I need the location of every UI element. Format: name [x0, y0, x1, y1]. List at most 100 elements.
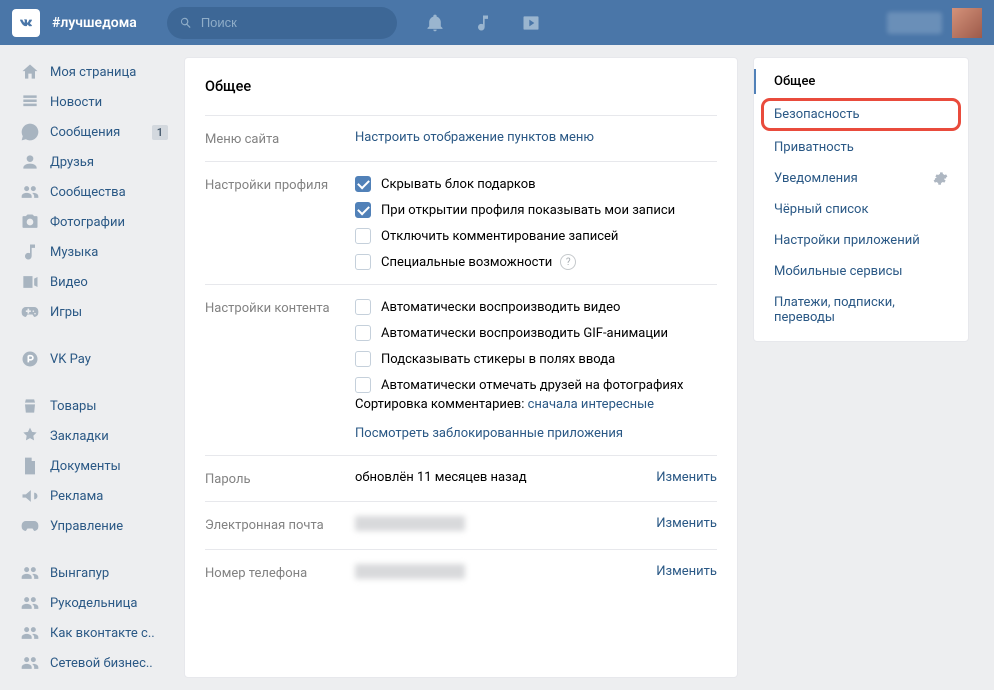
checkbox-label: Отключить комментирование записей — [381, 229, 618, 244]
checkbox-line: Автоматически воспроизводить видео — [355, 299, 717, 315]
settings-nav-item[interactable]: Мобильные сервисы — [754, 256, 968, 287]
blocked-apps-link[interactable]: Посмотреть заблокированные приложения — [355, 426, 717, 441]
photos-icon — [20, 212, 40, 232]
music-icon[interactable] — [473, 13, 493, 33]
settings-nav-item[interactable]: Приватность — [754, 132, 968, 163]
nav-item[interactable]: Видео — [12, 267, 172, 297]
row-label: Номер телефона — [205, 564, 355, 583]
row-phone: Номер телефона Изменить — [205, 549, 717, 597]
help-icon[interactable]: ? — [560, 254, 576, 270]
nav-item[interactable]: Товары — [12, 391, 172, 421]
settings-nav-item[interactable]: Платежи, подписки, переводы — [754, 287, 968, 333]
video-icon — [20, 272, 40, 292]
pay-icon — [20, 349, 40, 369]
checkbox[interactable] — [355, 299, 371, 315]
checkbox[interactable] — [355, 202, 371, 218]
row-menu: Меню сайта Настроить отображение пунктов… — [205, 115, 717, 161]
settings-nav-item[interactable]: Уведомления — [754, 163, 968, 194]
menu-configure-link[interactable]: Настроить отображение пунктов меню — [355, 130, 594, 145]
manage-icon — [20, 516, 40, 536]
search-input[interactable] — [201, 15, 385, 30]
settings-nav-item[interactable]: Настройки приложений — [754, 225, 968, 256]
nav-item[interactable]: Реклама — [12, 481, 172, 511]
row-label: Пароль — [205, 470, 355, 487]
checkbox[interactable] — [355, 228, 371, 244]
change-phone-link[interactable]: Изменить — [656, 564, 717, 579]
gear-icon[interactable] — [933, 171, 948, 186]
nav-label: Музыка — [50, 245, 98, 260]
messages-icon — [20, 122, 40, 142]
nav-label: Вынгапур — [50, 566, 109, 581]
checkbox-label: Автоматически воспроизводить GIF-анимаци… — [381, 326, 668, 341]
nav-item[interactable]: Сообщества — [12, 177, 172, 207]
search-box[interactable] — [167, 7, 397, 39]
settings-nav-item[interactable]: Безопасность — [762, 99, 960, 130]
change-email-link[interactable]: Изменить — [656, 516, 717, 531]
nav-label: Товары — [50, 399, 96, 414]
play-square-icon[interactable] — [521, 13, 541, 33]
vk-logo[interactable] — [12, 9, 40, 37]
group-icon — [20, 623, 40, 643]
checkbox-line: Отключить комментирование записей — [355, 228, 717, 244]
settings-nav-item[interactable]: Чёрный список — [754, 194, 968, 225]
checkbox[interactable] — [355, 351, 371, 367]
music-icon — [20, 242, 40, 262]
nav-item-label: Настройки приложений — [774, 233, 920, 248]
nav-label: Сообщества — [50, 185, 126, 200]
friends-icon — [20, 152, 40, 172]
docs-icon — [20, 456, 40, 476]
checkbox-line: Автоматически отмечать друзей на фотогра… — [355, 377, 717, 393]
nav-label: VK Pay — [50, 352, 91, 367]
hashtag[interactable]: #лучшедома — [52, 15, 137, 31]
header-profile[interactable] — [887, 8, 982, 38]
settings-nav: ОбщееБезопасность Приватность Уведомления Ч… — [753, 57, 969, 342]
settings-nav-item[interactable]: Общее — [754, 66, 968, 97]
checkbox[interactable] — [355, 254, 371, 270]
nav-item[interactable]: Сетевой бизнес.. — [12, 648, 172, 678]
nav-item[interactable]: Новости — [12, 87, 172, 117]
row-profile: Настройки профиля Скрывать блок подарков… — [205, 161, 717, 284]
nav-item[interactable]: Сообщения1 — [12, 117, 172, 147]
bell-icon[interactable] — [425, 13, 445, 33]
nav-item[interactable]: Как вконтакте с.. — [12, 618, 172, 648]
nav-item[interactable]: Игры — [12, 297, 172, 327]
row-label: Настройки профиля — [205, 176, 355, 270]
nav-item[interactable]: Управление — [12, 511, 172, 541]
news-icon — [20, 92, 40, 112]
sort-value-link[interactable]: сначала интересные — [528, 397, 654, 412]
nav-label: Видео — [50, 275, 88, 290]
nav-item[interactable]: VK Pay — [12, 344, 172, 374]
checkbox-label: Подсказывать стикеры в полях ввода — [381, 352, 615, 367]
nav-item-label: Платежи, подписки, переводы — [774, 295, 948, 325]
change-password-link[interactable]: Изменить — [656, 470, 717, 485]
email-value-hidden — [355, 516, 465, 531]
nav-item[interactable]: Закладки — [12, 421, 172, 451]
nav-item[interactable]: Вынгапур — [12, 558, 172, 588]
nav-item-label: Уведомления — [774, 171, 858, 186]
checkbox-label: Скрывать блок подарков — [381, 177, 536, 192]
nav-item[interactable]: Документы — [12, 451, 172, 481]
checkbox[interactable] — [355, 176, 371, 192]
search-icon — [179, 16, 193, 30]
group-icon — [20, 593, 40, 613]
nav-item-label: Приватность — [774, 140, 854, 155]
nav-item[interactable]: Друзья — [12, 147, 172, 177]
nav-label: Новости — [50, 95, 102, 110]
header: #лучшедома — [0, 0, 994, 45]
checkbox[interactable] — [355, 377, 371, 393]
checkbox-line: Автоматически воспроизводить GIF-анимаци… — [355, 325, 717, 341]
nav-item[interactable]: Музыка — [12, 237, 172, 267]
left-sidebar: Моя страница Новости Сообщения1Друзья Сообщ… — [12, 57, 172, 678]
games-icon — [20, 302, 40, 322]
nav-item[interactable]: Фотографии — [12, 207, 172, 237]
checkbox-line: Подсказывать стикеры в полях ввода — [355, 351, 717, 367]
nav-label: Моя страница — [50, 65, 136, 80]
checkbox[interactable] — [355, 325, 371, 341]
sort-line: Сортировка комментариев: сначала интерес… — [355, 397, 717, 412]
row-label: Электронная почта — [205, 516, 355, 535]
settings-panel: Общее Меню сайта Настроить отображение п… — [184, 57, 738, 678]
row-password: Пароль обновлён 11 месяцев назад Изменит… — [205, 455, 717, 501]
checkbox-line: При открытии профиля показывать мои запи… — [355, 202, 717, 218]
nav-item[interactable]: Моя страница — [12, 57, 172, 87]
nav-item[interactable]: Рукодельница — [12, 588, 172, 618]
